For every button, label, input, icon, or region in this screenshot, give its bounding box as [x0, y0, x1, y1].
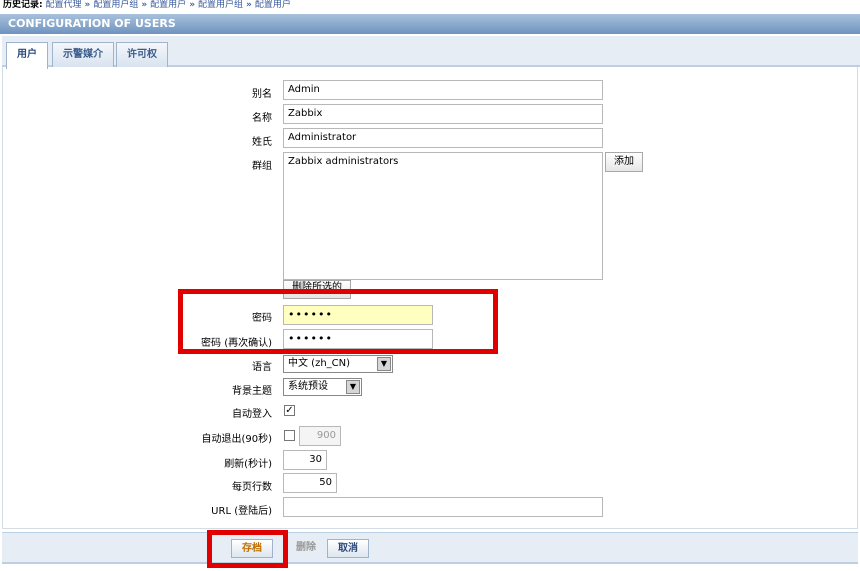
add-group-button[interactable]: 添加: [605, 152, 643, 172]
alias-input[interactable]: Admin: [283, 80, 603, 100]
tab-media[interactable]: 示警媒介: [52, 42, 114, 67]
language-label: 语言: [252, 362, 272, 373]
url-label: URL (登陆后): [211, 506, 272, 517]
breadcrumb-link[interactable]: 配置代理: [45, 0, 81, 10]
url-input[interactable]: [283, 497, 603, 517]
password-confirm-input[interactable]: ••••••: [283, 329, 433, 349]
alias-label: 别名: [252, 89, 272, 100]
theme-select[interactable]: 系统预设 ▼: [283, 378, 362, 396]
breadcrumb-separator: »: [189, 0, 196, 10]
breadcrumb: 历史记录: 配置代理» 配置用户组» 配置用户» 配置用户组» 配置用户: [0, 0, 860, 12]
cancel-button[interactable]: 取消: [327, 539, 369, 558]
groups-list-item[interactable]: Zabbix administrators: [288, 153, 598, 171]
password-label: 密码: [252, 313, 272, 324]
breadcrumb-separator: »: [141, 0, 148, 10]
breadcrumb-link[interactable]: 配置用户: [255, 0, 291, 10]
autologin-checkbox[interactable]: ✓: [284, 405, 295, 416]
password-input[interactable]: ••••••: [283, 305, 433, 325]
delete-selected-button[interactable]: 删除所选的: [283, 280, 351, 299]
groups-label: 群组: [252, 161, 272, 172]
autologout-label: 自动退出(90秒): [201, 434, 272, 445]
theme-value: 系统预设: [288, 381, 328, 392]
autologout-input[interactable]: 900: [299, 426, 341, 446]
surname-label: 姓氏: [252, 137, 272, 148]
tab-permissions[interactable]: 许可权: [116, 42, 168, 67]
surname-input[interactable]: Administrator: [283, 128, 603, 148]
tab-bar: 用户 示警媒介 许可权: [2, 36, 860, 69]
autologout-checkbox[interactable]: [284, 430, 295, 441]
page-title: CONFIGURATION OF USERS: [0, 14, 860, 34]
tab-user[interactable]: 用户: [6, 42, 48, 69]
dropdown-arrow-icon[interactable]: ▼: [377, 357, 391, 371]
autologin-label: 自动登入: [232, 409, 272, 420]
password-confirm-label: 密码 (再次确认): [201, 338, 272, 349]
breadcrumb-link[interactable]: 配置用户: [150, 0, 186, 10]
refresh-input[interactable]: 30: [283, 450, 327, 470]
breadcrumb-separator: »: [84, 0, 91, 10]
save-button[interactable]: 存档: [231, 539, 273, 558]
breadcrumb-separator: »: [246, 0, 252, 10]
refresh-label: 刷新(秒计): [224, 459, 272, 470]
rows-per-page-label: 每页行数: [232, 482, 272, 493]
language-value: 中文 (zh_CN): [288, 358, 351, 369]
language-select[interactable]: 中文 (zh_CN) ▼: [283, 355, 393, 373]
dropdown-arrow-icon[interactable]: ▼: [346, 380, 360, 394]
breadcrumb-link[interactable]: 配置用户组: [93, 0, 138, 10]
breadcrumb-link[interactable]: 配置用户组: [198, 0, 243, 10]
theme-label: 背景主题: [232, 386, 272, 397]
rows-per-page-input[interactable]: 50: [283, 473, 337, 493]
groups-listbox[interactable]: Zabbix administrators: [283, 152, 603, 280]
checkmark-icon: ✓: [285, 405, 294, 416]
name-input[interactable]: Zabbix: [283, 104, 603, 124]
name-label: 名称: [252, 113, 272, 124]
breadcrumb-title: 历史记录:: [3, 0, 43, 10]
delete-button[interactable]: 删除: [288, 539, 324, 558]
footer-bar: [2, 532, 858, 564]
